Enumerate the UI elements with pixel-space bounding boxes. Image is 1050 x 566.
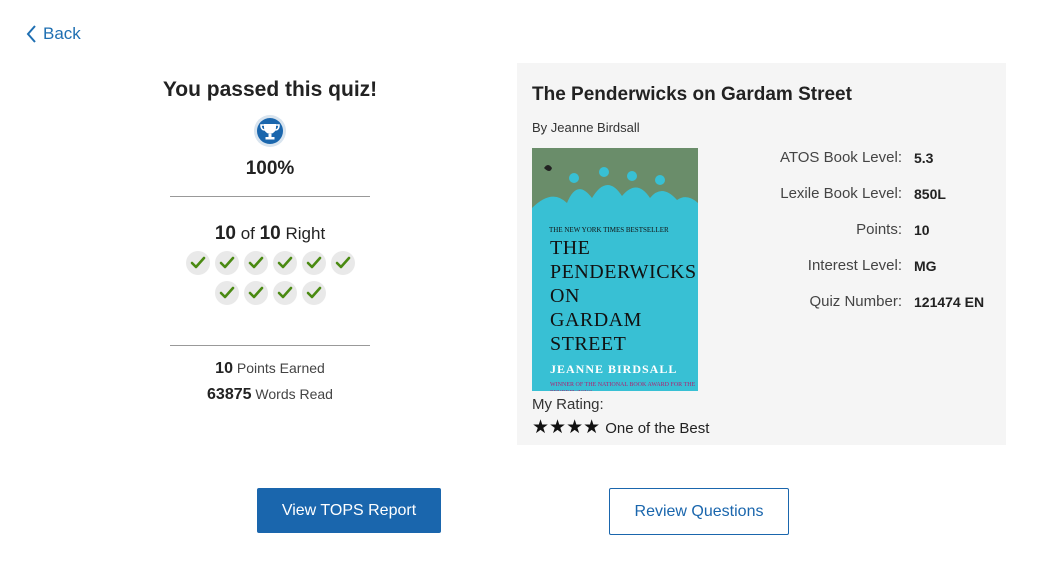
correct-check-icon: [243, 251, 268, 275]
rating-label: My Rating:: [532, 396, 604, 413]
meta-value: 5.3: [914, 150, 934, 166]
cover-nyt-banner: THE NEW YORK TIMES BESTSELLER: [549, 226, 669, 234]
score-percent: 100%: [245, 158, 295, 179]
cover-title-line: PENDERWICKS: [550, 261, 697, 283]
meta-label: Interest Level:: [807, 257, 902, 274]
points-label: Points Earned: [236, 360, 325, 376]
correct-check-icon: [185, 251, 210, 275]
cover-title-line: STREET: [550, 333, 627, 355]
book-cover: THE NEW YORK TIMES BESTSELLER THE PENDER…: [532, 148, 698, 391]
correct-count: 10: [214, 223, 236, 244]
meta-value: MG: [914, 258, 937, 274]
correct-check-icon: [272, 251, 297, 275]
quiz-result-section: You passed this quiz! 100% 10 of 10 Righ…: [130, 78, 410, 404]
divider: [170, 196, 370, 197]
meta-value: 850L: [914, 186, 946, 202]
words-read: 63875 Words Read: [130, 386, 410, 404]
meta-row-quiz-number: Quiz Number: 121474 EN: [747, 293, 984, 329]
rating-stars: ★★★★: [532, 417, 601, 438]
cover-author: JEANNE BIRDSALL: [550, 362, 678, 376]
words-value: 63875: [207, 386, 252, 403]
star-icon: ★: [566, 417, 584, 438]
meta-label: Lexile Book Level:: [780, 185, 902, 202]
back-label: Back: [43, 24, 81, 43]
cover-title-line: GARDAM: [550, 309, 642, 331]
view-tops-report-button[interactable]: View TOPS Report: [257, 488, 441, 533]
points-earned: 10 Points Earned: [130, 360, 410, 378]
correct-check-icon: [214, 281, 239, 305]
meta-label: Quiz Number:: [809, 293, 902, 310]
meta-value: 10: [914, 222, 930, 238]
book-meta: ATOS Book Level: 5.3 Lexile Book Level: …: [747, 149, 984, 329]
divider: [170, 345, 370, 346]
correct-check-icon: [243, 281, 268, 305]
back-link[interactable]: Back: [25, 24, 81, 44]
meta-label: Points:: [856, 221, 902, 238]
correct-check-icon: [214, 251, 239, 275]
meta-row-interest: Interest Level: MG: [747, 257, 984, 293]
correct-summary: 10 of 10 Right: [130, 223, 410, 245]
review-questions-button[interactable]: Review Questions: [609, 488, 789, 535]
cover-silhouettes-image: [532, 165, 698, 222]
correct-check-icon: [301, 251, 326, 275]
rating: ★★★★ One of the Best: [532, 417, 710, 438]
meta-row-lexile: Lexile Book Level: 850L: [747, 185, 984, 221]
star-icon: ★: [583, 417, 601, 438]
result-title: You passed this quiz!: [162, 78, 378, 101]
cover-title-line: ON: [550, 285, 580, 307]
book-info-panel: The Penderwicks on Gardam Street By Jean…: [517, 63, 1006, 445]
chevron-left-icon: [26, 25, 36, 43]
book-title: The Penderwicks on Gardam Street: [532, 84, 852, 105]
answer-checks: [175, 251, 365, 305]
of-word: of: [240, 224, 255, 243]
correct-check-icon: [272, 281, 297, 305]
trophy-icon: [254, 115, 286, 147]
cover-title: THE PENDERWICKS ON GARDAM STREET: [532, 234, 698, 356]
book-author: By Jeanne Birdsall: [532, 120, 640, 135]
meta-label: ATOS Book Level:: [779, 149, 902, 166]
total-count: 10: [259, 223, 281, 244]
correct-check-icon: [301, 281, 326, 305]
meta-value: 121474 EN: [914, 294, 985, 310]
rating-text: One of the Best: [605, 419, 710, 437]
star-icon: ★: [549, 417, 567, 438]
right-word: Right: [285, 224, 326, 243]
words-label: Words Read: [255, 386, 333, 402]
cover-award: WINNER OF THE NATIONAL BOOK AWARD FOR TH…: [550, 382, 696, 391]
cover-title-line: THE: [550, 237, 591, 259]
points-value: 10: [215, 360, 233, 377]
meta-row-atos: ATOS Book Level: 5.3: [747, 149, 984, 185]
cover-illustration: [532, 148, 698, 222]
star-icon: ★: [532, 417, 550, 438]
correct-check-icon: [330, 251, 355, 275]
meta-row-points: Points: 10: [747, 221, 984, 257]
